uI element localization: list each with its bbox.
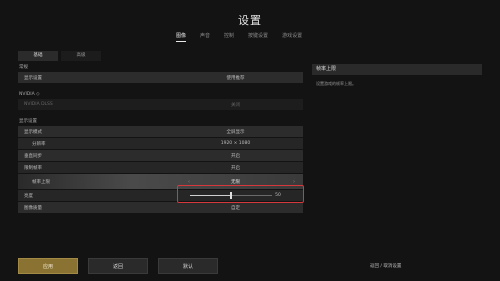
bottom-hint: 返回 / 取消设置 bbox=[370, 264, 402, 269]
setting-row-quality[interactable]: 图像质量 自定 bbox=[18, 202, 303, 213]
setting-row-limit-fps[interactable]: 限制帧率 开启 bbox=[18, 162, 303, 173]
setting-label: 显示设置 bbox=[24, 75, 42, 81]
tab-gameplay[interactable]: 游戏设置 bbox=[282, 32, 302, 42]
setting-value: 全屏显示 bbox=[226, 129, 245, 135]
setting-label: 图像质量 bbox=[24, 205, 42, 211]
setting-label: 帧率上限 bbox=[32, 179, 50, 185]
section-display-label: 显示设置 bbox=[19, 119, 37, 124]
setting-label: NVIDIA DLSS bbox=[24, 102, 53, 107]
setting-label: 垂直同步 bbox=[24, 153, 42, 159]
bottom-buttons: 应用 返回 默认 bbox=[18, 258, 218, 274]
info-panel-heading: 帧率上限 bbox=[312, 64, 482, 75]
main-tabs: 图像 声音 控制 按键设置 游戏设置 bbox=[176, 32, 302, 42]
tab-keybindings[interactable]: 按键设置 bbox=[248, 32, 268, 42]
slider-handle[interactable] bbox=[230, 192, 233, 199]
setting-row-display-preset[interactable]: 显示设置 使用推荐 bbox=[18, 72, 303, 83]
setting-value: 无限 bbox=[231, 179, 240, 185]
info-panel-description: 设置游戏的帧率上限。 bbox=[316, 81, 356, 86]
setting-label: 限制帧率 bbox=[24, 165, 42, 171]
setting-row-vsync[interactable]: 垂直同步 开启 bbox=[18, 150, 303, 161]
section-nvidia-label: NVIDIA ◇ bbox=[19, 92, 40, 97]
setting-row-resolution[interactable]: 分辨率 1920 × 1080 bbox=[18, 138, 303, 149]
brightness-slider[interactable]: 50 bbox=[174, 192, 297, 199]
setting-value: 关闭 bbox=[231, 102, 240, 108]
tab-sound[interactable]: 声音 bbox=[200, 32, 210, 42]
info-panel: 帧率上限 设置游戏的帧率上限。 bbox=[312, 64, 482, 93]
chevron-left-icon[interactable]: ‹ bbox=[188, 179, 190, 185]
setting-value: 使用推荐 bbox=[226, 75, 245, 81]
section-general-label: 常规 bbox=[19, 65, 28, 70]
apply-button[interactable]: 应用 bbox=[18, 258, 78, 274]
setting-value: 自定 bbox=[231, 205, 240, 211]
setting-label: 显示模式 bbox=[24, 129, 42, 135]
setting-value: 开启 bbox=[231, 153, 240, 159]
slider-value: 50 bbox=[275, 193, 281, 198]
sub-tabs: 基础 高级 bbox=[18, 51, 101, 61]
setting-label: 亮度 bbox=[24, 193, 33, 199]
subtab-advanced[interactable]: 高级 bbox=[61, 51, 101, 61]
setting-value: 开启 bbox=[231, 165, 240, 171]
setting-label: 分辨率 bbox=[32, 141, 46, 147]
subtab-basic[interactable]: 基础 bbox=[18, 51, 58, 61]
setting-row-fps-cap[interactable]: 帧率上限 ‹ 无限 › bbox=[18, 174, 303, 189]
slider-fill bbox=[190, 195, 232, 196]
slider-track[interactable] bbox=[190, 192, 273, 199]
tab-graphics[interactable]: 图像 bbox=[176, 32, 187, 42]
settings-list: 常规 显示设置 使用推荐 NVIDIA ◇ NVIDIA DLSS 关闭 显示设… bbox=[18, 64, 303, 216]
chevron-right-icon[interactable]: › bbox=[293, 179, 295, 185]
setting-row-brightness[interactable]: 亮度 50 bbox=[18, 190, 303, 201]
page-title: 设置 bbox=[238, 14, 262, 27]
setting-row-dlss[interactable]: NVIDIA DLSS 关闭 bbox=[18, 99, 303, 110]
tab-controls[interactable]: 控制 bbox=[224, 32, 234, 42]
setting-value: 1920 × 1080 bbox=[220, 141, 251, 146]
reset-button[interactable]: 默认 bbox=[158, 258, 218, 274]
back-button[interactable]: 返回 bbox=[88, 258, 148, 274]
setting-row-display-mode[interactable]: 显示模式 全屏显示 bbox=[18, 126, 303, 137]
